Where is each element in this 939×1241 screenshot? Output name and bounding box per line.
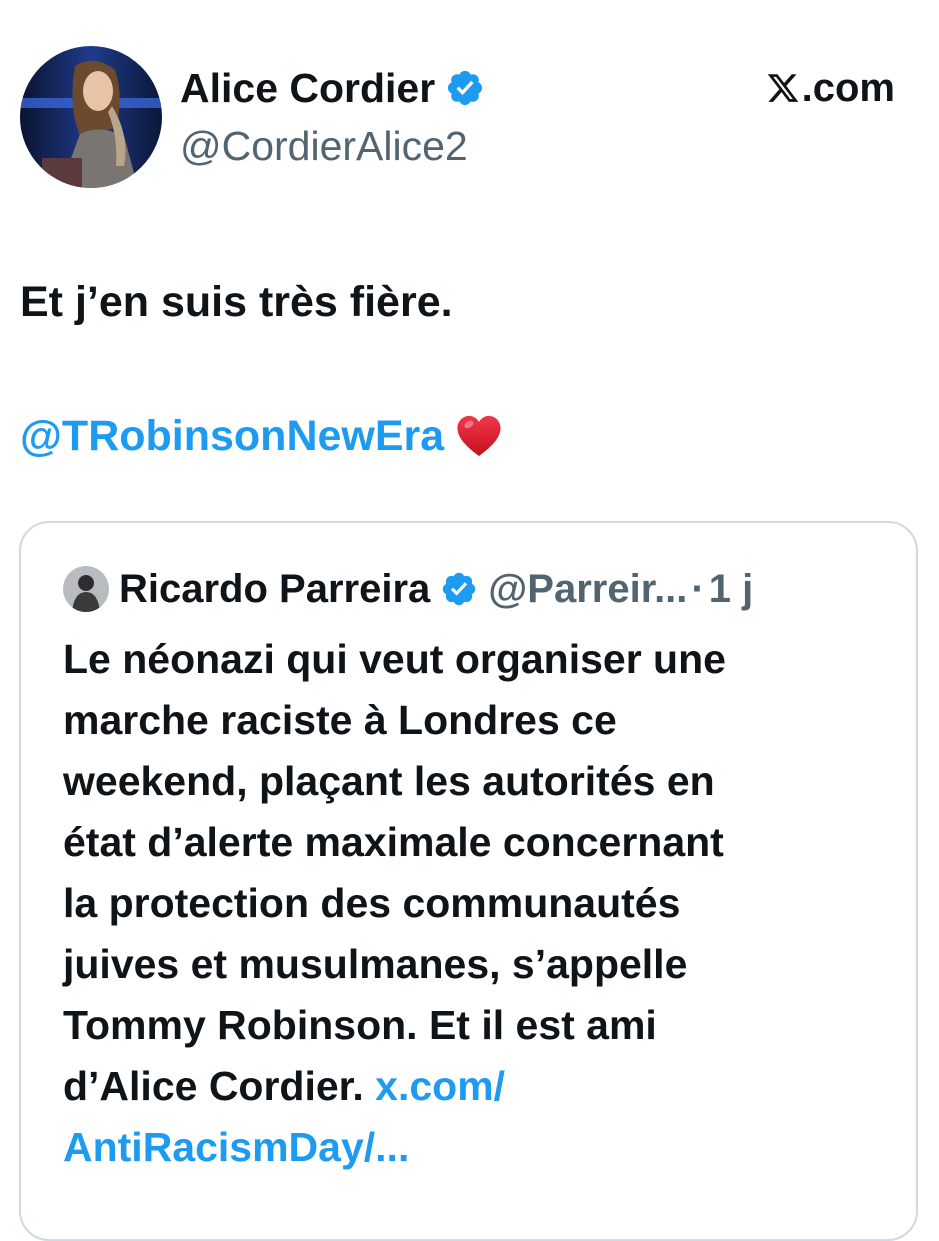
x-com-label: .com: [766, 62, 895, 114]
tweet-text: Et j’en suis très fière.: [20, 278, 453, 326]
quoted-url-link[interactable]: x.com/: [375, 1063, 505, 1109]
author-avatar[interactable]: [20, 46, 162, 188]
avatar-photo: [20, 46, 162, 188]
quoted-text-line: Tommy Robinson. Et il est ami: [63, 1002, 657, 1048]
quoted-text-end: d’Alice Cordier.: [63, 1063, 376, 1109]
author-name[interactable]: Alice Cordier: [180, 62, 435, 114]
red-heart-icon: [457, 415, 501, 457]
quoted-tweet-header: Ricardo Parreira @Parreir... · 1 j: [63, 561, 753, 617]
quoted-author-name[interactable]: Ricardo Parreira: [119, 563, 430, 615]
quoted-tweet-text: Le néonazi qui veut organiser une marche…: [63, 629, 893, 1178]
quoted-text-line: état d’alerte maximale concernant: [63, 819, 724, 865]
header-separator: ·: [691, 567, 705, 611]
x-logo-icon: [767, 74, 798, 102]
author-handle[interactable]: @CordierAlice2: [180, 120, 468, 172]
quoted-tweet-time[interactable]: 1 j: [709, 563, 753, 615]
quoted-author-handle[interactable]: @Parreir...: [488, 563, 687, 615]
quoted-tweet-card[interactable]: Ricardo Parreira @Parreir... · 1 j Le né…: [19, 521, 918, 1241]
quoted-text-line: Le néonazi qui veut organiser une: [63, 636, 726, 682]
verified-badge-icon: [448, 70, 483, 106]
quoted-verified-badge-icon: [443, 572, 476, 606]
quoted-text-line: la protection des communautés: [63, 880, 681, 926]
quoted-author-avatar[interactable]: [63, 566, 109, 612]
tweet-mention-line: @TRobinsonNewEra: [20, 406, 502, 466]
author-name-row[interactable]: Alice Cordier: [180, 62, 485, 114]
quoted-avatar-photo: [63, 566, 109, 612]
quoted-text-line: weekend, plaçant les autorités en: [63, 758, 715, 804]
quoted-text-line: juives et musulmanes, s’appelle: [63, 941, 688, 987]
quoted-url-link-continued[interactable]: AntiRacismDay/...: [63, 1117, 893, 1178]
quoted-text-line: marche raciste à Londres ce: [63, 697, 617, 743]
x-com-text: .com: [801, 66, 895, 110]
quoted-text-line-last: d’Alice Cordier. x.com/: [63, 1056, 893, 1117]
mention-link[interactable]: @TRobinsonNewEra: [20, 406, 444, 466]
